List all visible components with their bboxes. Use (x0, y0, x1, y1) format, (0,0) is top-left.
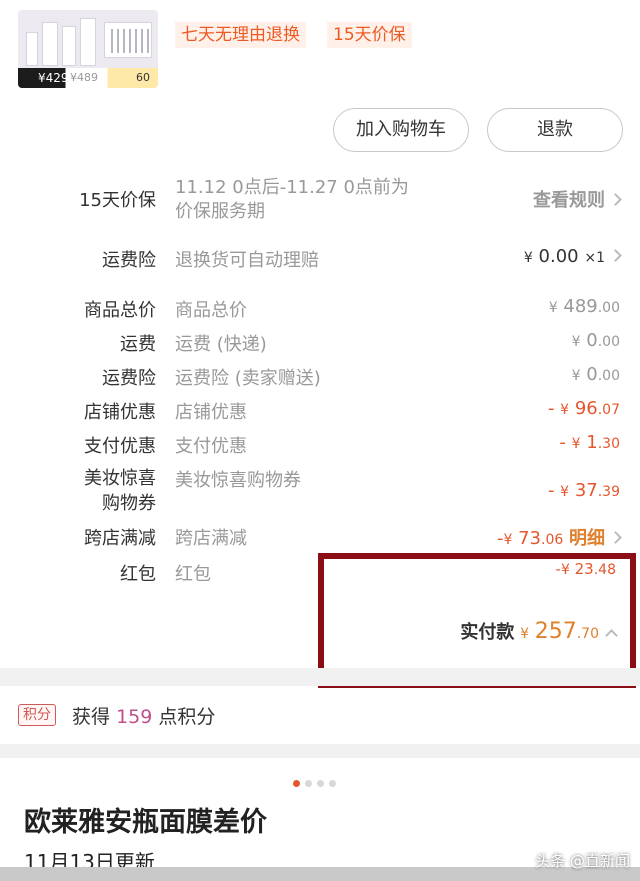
breakdown-row-shipping: 运费 运费 (快递) ¥ 0.00 (0, 330, 640, 356)
breakdown-row-shipping-insurance: 运费险 运费险 (卖家赠送) ¥ 0.00 (0, 364, 640, 390)
carousel-dot[interactable] (305, 780, 312, 787)
price-protect-row[interactable]: 15天价保 11.12 0点后-11.27 0点前为 价保服务期 查看规则 (0, 176, 640, 226)
thumb-price: ¥429 (38, 71, 69, 85)
section-divider (0, 744, 640, 758)
row-value: ¥ 489.00 (548, 296, 620, 317)
thumbnail-price-strip: ¥429 ¥489 60 (18, 68, 158, 88)
shipping-insurance-row[interactable]: 运费险 退换货可自动理赔 ¥ 0.00 ×1 (0, 246, 640, 272)
breakdown-row-beauty-coupon: 美妆惊喜 购物券 美妆惊喜购物券 - ¥ 37.39 (0, 466, 640, 516)
row-label: 店铺优惠 (84, 402, 156, 423)
points-row: 积分 获得 159 点积分 (0, 690, 640, 740)
article-subtitle: 11月13日更新 (24, 850, 155, 868)
tag-return-policy: 七天无理由退换 (175, 22, 306, 48)
row-label: 跨店满减 (84, 528, 156, 549)
row-value: - ¥ 37.39 (547, 480, 620, 501)
tag-price-protect: 15天价保 (327, 22, 412, 48)
add-to-cart-button[interactable]: 加入购物车 (333, 108, 469, 152)
row-desc: 运费 (快递) (175, 334, 267, 355)
row-desc: 跨店满减 (175, 528, 247, 549)
row-value: - ¥ 96.07 (547, 398, 620, 419)
carousel-dot[interactable] (317, 780, 324, 787)
row-desc: 美妆惊喜购物券 (175, 470, 301, 491)
breakdown-row-store-discount: 店铺优惠 店铺优惠 - ¥ 96.07 (0, 398, 640, 424)
chevron-right-icon (609, 249, 622, 262)
bottle-shape (62, 26, 76, 66)
refund-button[interactable]: 退款 (487, 108, 623, 152)
row-value: - ¥ 1.30 (559, 432, 620, 453)
thumb-discount: 60 (136, 71, 150, 84)
shipping-insurance-desc: 退换货可自动理赔 (175, 250, 319, 271)
row-value: ¥ 0.00 (571, 364, 620, 385)
row-label: 商品总价 (84, 300, 156, 321)
row-desc: 店铺优惠 (175, 402, 247, 423)
chevron-right-icon (609, 193, 622, 206)
shipping-insurance-value: ¥ 0.00 ×1 (524, 246, 622, 267)
article-title: 欧莱雅安瓶面膜差价 (24, 807, 267, 838)
carousel-dot-active[interactable] (293, 780, 300, 787)
breakdown-row-payment-discount: 支付优惠 支付优惠 - ¥ 1.30 (0, 432, 640, 458)
row-desc: 商品总价 (175, 300, 247, 321)
breakdown-row-subtotal: 商品总价 商品总价 ¥ 489.00 (0, 296, 640, 322)
row-value: ¥ 0.00 (571, 330, 620, 351)
detail-link[interactable]: 明细 (569, 528, 605, 549)
row-label: 红包 (120, 564, 156, 585)
price-protect-desc: 11.12 0点后-11.27 0点前为 价保服务期 (175, 177, 409, 222)
section-divider (0, 668, 640, 686)
product-thumbnail[interactable]: ¥429 ¥489 60 (18, 10, 158, 88)
carousel-dot[interactable] (329, 780, 336, 787)
row-value: -¥ 73.06 明细 (497, 524, 622, 550)
bottle-shape (80, 18, 96, 66)
carousel-dots[interactable] (293, 772, 341, 791)
bottle-shape (42, 22, 58, 66)
shipping-insurance-label: 运费险 (102, 250, 156, 271)
product-header: ¥429 ¥489 60 七天无理由退换 15天价保 (0, 0, 640, 100)
product-box (104, 22, 152, 58)
points-badge: 积分 (18, 704, 56, 726)
points-text: 获得 159 点积分 (72, 706, 216, 728)
chevron-right-icon (609, 531, 622, 544)
row-desc: 运费险 (卖家赠送) (175, 368, 321, 389)
row-label: 支付优惠 (84, 436, 156, 457)
breakdown-row-cross-store[interactable]: 跨店满减 跨店满减 -¥ 73.06 明细 (0, 524, 640, 550)
row-label: 美妆惊喜 购物券 (84, 468, 156, 514)
view-rules-link[interactable]: 查看规则 (533, 186, 622, 212)
row-label: 运费险 (102, 368, 156, 389)
price-protect-label: 15天价保 (79, 190, 156, 211)
row-desc: 支付优惠 (175, 436, 247, 457)
row-desc: 红包 (175, 564, 211, 585)
watermark-text: 头条 @直新闻 (535, 852, 630, 870)
bottle-shape (26, 32, 38, 66)
row-label: 运费 (120, 334, 156, 355)
thumb-original-price: ¥489 (70, 71, 98, 84)
